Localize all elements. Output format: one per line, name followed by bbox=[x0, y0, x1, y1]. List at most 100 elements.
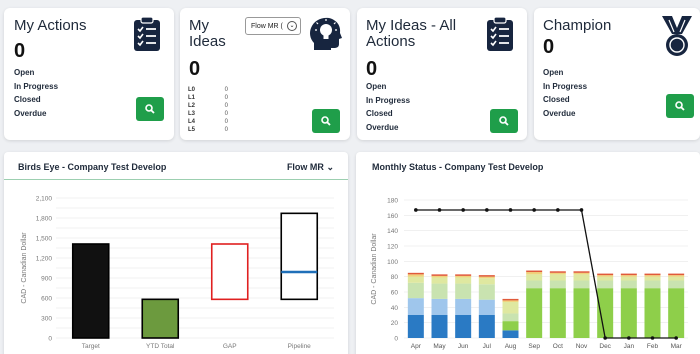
line-point bbox=[579, 208, 584, 212]
level-label: L3 bbox=[188, 111, 196, 117]
my-actions-status-list: Open In Progress Closed Overdue bbox=[14, 66, 58, 120]
line-point bbox=[437, 208, 442, 212]
bar-segment bbox=[597, 273, 614, 276]
bar-segment bbox=[620, 288, 637, 338]
bar-segment bbox=[478, 284, 495, 300]
line-point bbox=[461, 208, 465, 212]
bar bbox=[141, 298, 180, 339]
bar-segment bbox=[455, 275, 472, 278]
birds-eye-panel: Birds Eye - Company Test Develop Flow MR… bbox=[4, 152, 348, 354]
bar-segment bbox=[644, 288, 661, 338]
y-tick-label: 1,800 bbox=[36, 216, 53, 223]
bar-segment bbox=[478, 276, 495, 279]
bar-segment bbox=[573, 288, 590, 338]
level-label: L0 bbox=[188, 87, 196, 93]
flow-dropdown-value: Flow MR ( bbox=[251, 22, 283, 30]
line-point bbox=[627, 336, 631, 340]
champion-title: Champion bbox=[543, 17, 612, 34]
flow-dropdown[interactable]: Flow MR ( ⌄ bbox=[245, 17, 301, 35]
level-row: L2 0 bbox=[188, 102, 228, 110]
bar-segment bbox=[549, 272, 566, 275]
my-actions-card: My Actions 0 Open In Progress Closed Ove… bbox=[4, 8, 174, 140]
bar-segment bbox=[573, 272, 590, 275]
line-point bbox=[532, 208, 536, 212]
status-closed: Closed bbox=[366, 109, 393, 118]
bar-segment bbox=[431, 298, 448, 315]
bar-segment bbox=[407, 298, 424, 315]
bar-segment bbox=[620, 276, 637, 281]
bar-segment bbox=[455, 277, 472, 284]
champion-search-button[interactable] bbox=[666, 94, 694, 118]
y-tick-label: 80 bbox=[391, 274, 399, 281]
bar-segment bbox=[407, 315, 424, 338]
my-ideas-all-status-list: Open In Progress Closed Overdue bbox=[366, 80, 410, 134]
bar-segment bbox=[549, 288, 566, 338]
bar-segment bbox=[431, 283, 448, 299]
my-ideas-all-card: My Ideas - All Actions 0 Open In Progres… bbox=[357, 8, 527, 140]
champion-card: Champion 0 Open In Progress Closed Overd… bbox=[534, 8, 700, 140]
y-tick-label: 600 bbox=[41, 296, 52, 303]
y-tick-label: 1,200 bbox=[36, 256, 53, 263]
line-point bbox=[674, 336, 678, 340]
my-ideas-title: My Ideas bbox=[189, 18, 226, 50]
bar-segment bbox=[644, 275, 661, 277]
bar-segment bbox=[407, 274, 424, 277]
bar-segment bbox=[478, 278, 495, 285]
line-point bbox=[508, 208, 513, 212]
bar-segment bbox=[502, 321, 519, 331]
x-tick-label: May bbox=[433, 343, 446, 350]
search-icon bbox=[321, 116, 331, 126]
line-point bbox=[556, 208, 560, 212]
level-label: L4 bbox=[188, 119, 196, 125]
chevron-down-icon: ⌄ bbox=[287, 21, 297, 31]
my-ideas-all-title: My Ideas - All Actions bbox=[366, 18, 456, 50]
x-tick-label: Feb bbox=[647, 343, 659, 350]
bar-segment bbox=[597, 288, 614, 338]
bar-segment bbox=[573, 280, 590, 289]
line-point bbox=[414, 208, 418, 212]
bar-segment bbox=[455, 298, 472, 315]
my-ideas-card: My Ideas 0 L0 0 L1 0 L2 0 L3 0 L4 0 L5 0 Flow … bbox=[180, 8, 350, 140]
x-tick-label: Aug bbox=[505, 343, 517, 350]
x-tick-label: GAP bbox=[223, 343, 237, 350]
bar-segment bbox=[478, 299, 495, 315]
bar-segment bbox=[502, 301, 519, 314]
level-value: 0 bbox=[224, 95, 228, 101]
champion-count: 0 bbox=[543, 36, 555, 58]
status-in-progress: In Progress bbox=[543, 81, 588, 91]
level-row: L5 0 bbox=[188, 126, 228, 134]
level-row: L4 0 bbox=[188, 118, 228, 126]
search-icon bbox=[675, 101, 685, 111]
bar-segment bbox=[597, 280, 614, 289]
status-open: Open bbox=[543, 68, 564, 77]
level-row: L0 0 bbox=[188, 86, 228, 94]
bar-segment bbox=[502, 300, 519, 302]
y-tick-label: 100 bbox=[387, 259, 398, 266]
search-icon bbox=[145, 104, 155, 114]
y-tick-label: 40 bbox=[391, 305, 399, 312]
x-tick-label: Oct bbox=[553, 343, 563, 350]
bar-segment bbox=[573, 271, 590, 273]
level-value: 0 bbox=[224, 119, 228, 125]
bar-segment bbox=[431, 274, 448, 276]
level-value: 0 bbox=[224, 127, 228, 133]
bar-segment bbox=[431, 277, 448, 284]
bar-segment bbox=[644, 273, 661, 276]
bar-segment bbox=[597, 275, 614, 277]
clipboard-checklist-icon bbox=[485, 16, 515, 57]
y-tick-label: 180 bbox=[387, 198, 398, 205]
my-actions-search-button[interactable] bbox=[136, 97, 164, 121]
level-row: L1 0 bbox=[188, 94, 228, 102]
status-overdue: Overdue bbox=[366, 122, 399, 132]
bar-segment bbox=[502, 330, 519, 338]
bar-segment bbox=[644, 280, 661, 289]
bar-segment bbox=[668, 276, 685, 281]
bar-segment bbox=[526, 288, 543, 338]
line-point bbox=[603, 336, 607, 340]
status-overdue: Overdue bbox=[543, 108, 576, 118]
my-ideas-search-button[interactable] bbox=[312, 109, 340, 133]
my-ideas-all-search-button[interactable] bbox=[490, 109, 518, 133]
medal-icon bbox=[660, 14, 694, 63]
monthly-status-chart: 0 20 40 60 80 100 120 140 160 180 CAD - Canadian D… bbox=[371, 198, 688, 350]
my-actions-title: My Actions bbox=[14, 17, 87, 34]
